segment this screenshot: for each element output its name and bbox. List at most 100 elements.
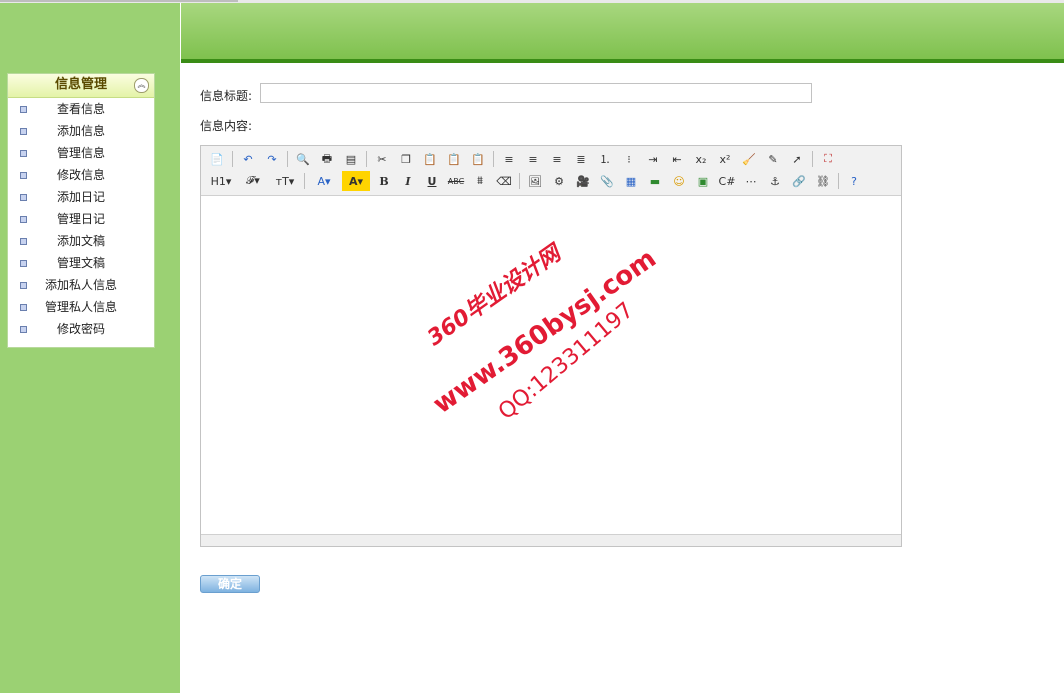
title-input[interactable] <box>260 83 812 103</box>
paste-icon[interactable]: 📋 <box>420 149 440 169</box>
font-family-icon[interactable]: 𝓕▾ <box>239 171 267 191</box>
unordered-list-icon[interactable]: ⁝ <box>619 149 639 169</box>
page-break-icon[interactable]: ⋯ <box>741 171 761 191</box>
sidebar-menu-header[interactable]: 信息管理 ︽ <box>8 74 154 98</box>
bullet-icon <box>20 106 27 113</box>
sidebar-menu: 信息管理 ︽ 查看信息添加信息管理信息修改信息添加日记管理日记添加文稿管理文稿添… <box>7 73 155 348</box>
heading-icon[interactable]: H1▾ <box>207 171 235 191</box>
bullet-icon <box>20 194 27 201</box>
sidebar-item[interactable]: 添加私人信息 <box>8 274 154 296</box>
table-icon[interactable]: ▦ <box>621 171 641 191</box>
underline-icon[interactable]: U <box>422 171 442 191</box>
help-icon[interactable]: ? <box>844 171 864 191</box>
attachment-icon[interactable]: 📎 <box>597 171 617 191</box>
sidebar-item-label: 修改密码 <box>56 322 105 336</box>
sidebar-item[interactable]: 管理私人信息 <box>8 296 154 318</box>
editor-statusbar[interactable] <box>201 534 901 546</box>
sidebar-item-label: 修改信息 <box>56 168 105 182</box>
link-icon[interactable]: 🔗 <box>789 171 809 191</box>
toolbar-row-1: 📄 ↶ ↷ 🔍 🖶 ▤ ✂ ❐ 📋 📋 📋 ≡ ≡ ≡ ≣ ⒈ ⁝ ⇥ ⇤ x₂ x² 🧹 ✎ ➚ ⛶ <box>207 148 842 170</box>
fullscreen-icon[interactable]: ⛶ <box>818 149 838 169</box>
align-justify-icon[interactable]: ≣ <box>571 149 591 169</box>
bullet-icon <box>20 150 27 157</box>
toolbar-separator <box>287 151 288 167</box>
collapse-icon[interactable]: ︽ <box>134 78 149 93</box>
editor-toolbar: 📄 ↶ ↷ 🔍 🖶 ▤ ✂ ❐ 📋 📋 📋 ≡ ≡ ≡ ≣ ⒈ ⁝ ⇥ ⇤ x₂ x² 🧹 ✎ ➚ ⛶ H1▾ 𝓕▾ тT▾ A▾ A▾… <box>201 146 901 196</box>
anchor-icon[interactable]: ⚓ <box>765 171 785 191</box>
bullet-icon <box>20 304 27 311</box>
sidebar-item-label: 管理文稿 <box>56 256 105 270</box>
toolbar-separator <box>304 173 305 189</box>
copy-icon[interactable]: ❐ <box>396 149 416 169</box>
source-icon[interactable]: 📄 <box>207 149 227 169</box>
redo-icon[interactable]: ↷ <box>262 149 282 169</box>
submit-button[interactable]: 确定 <box>200 575 260 593</box>
sidebar-item[interactable]: 管理文稿 <box>8 252 154 274</box>
flash-icon[interactable]: ⚙ <box>549 171 569 191</box>
sidebar-item[interactable]: 添加日记 <box>8 186 154 208</box>
sidebar-item[interactable]: 修改信息 <box>8 164 154 186</box>
italic-icon[interactable]: I <box>398 171 418 191</box>
font-color-icon[interactable]: A▾ <box>310 171 338 191</box>
toolbar-separator <box>493 151 494 167</box>
template-icon[interactable]: ▤ <box>341 149 361 169</box>
sidebar-item[interactable]: 管理信息 <box>8 142 154 164</box>
sidebar-item-label: 添加私人信息 <box>44 278 117 292</box>
toolbar-separator <box>519 173 520 189</box>
outdent-icon[interactable]: ⇤ <box>667 149 687 169</box>
toolbar-separator <box>838 173 839 189</box>
toolbar-separator <box>366 151 367 167</box>
toolbar-separator <box>232 151 233 167</box>
emoticon-icon[interactable]: ☺ <box>669 171 689 191</box>
line-height-icon[interactable]: ⩩ <box>470 171 490 191</box>
top-border-segment <box>0 0 238 2</box>
sidebar-item-label: 查看信息 <box>56 102 105 116</box>
header-banner <box>181 3 1064 59</box>
sidebar-item-label: 添加日记 <box>56 190 105 204</box>
title-label: 信息标题: <box>200 89 253 103</box>
paste-text-icon[interactable]: 📋 <box>444 149 464 169</box>
indent-icon[interactable]: ⇥ <box>643 149 663 169</box>
bullet-icon <box>20 216 27 223</box>
print-icon[interactable]: 🖶 <box>317 149 337 169</box>
strikethrough-icon[interactable]: ABC <box>446 171 466 191</box>
sidebar-item[interactable]: 添加信息 <box>8 120 154 142</box>
unlink-icon[interactable]: ⛓ <box>813 171 833 191</box>
gallery-icon[interactable]: ▣ <box>693 171 713 191</box>
sidebar-item[interactable]: 查看信息 <box>8 98 154 120</box>
sidebar-item-label: 添加文稿 <box>56 234 105 248</box>
sidebar-item-label: 添加信息 <box>56 124 105 138</box>
undo-icon[interactable]: ↶ <box>238 149 258 169</box>
highlight-icon[interactable]: A▾ <box>342 171 370 191</box>
media-icon[interactable]: 🎥 <box>573 171 593 191</box>
sidebar-item[interactable]: 修改密码 <box>8 318 154 340</box>
paste-word-icon[interactable]: 📋 <box>468 149 488 169</box>
bullet-icon <box>20 128 27 135</box>
bold-icon[interactable]: B <box>374 171 394 191</box>
rich-text-editor: 📄 ↶ ↷ 🔍 🖶 ▤ ✂ ❐ 📋 📋 📋 ≡ ≡ ≡ ≣ ⒈ ⁝ ⇥ ⇤ x₂ x² 🧹 ✎ ➚ ⛶ H1▾ 𝓕▾ тT▾ A▾ A▾… <box>200 145 902 547</box>
sidebar-item-label: 管理信息 <box>56 146 105 160</box>
clear-format-icon[interactable]: 🧹 <box>739 149 759 169</box>
align-right-icon[interactable]: ≡ <box>547 149 567 169</box>
align-center-icon[interactable]: ≡ <box>523 149 543 169</box>
subscript-icon[interactable]: x₂ <box>691 149 711 169</box>
code-icon[interactable]: C# <box>717 171 737 191</box>
align-left-icon[interactable]: ≡ <box>499 149 519 169</box>
remove-format-icon[interactable]: ⌫ <box>494 171 514 191</box>
bullet-icon <box>20 172 27 179</box>
sidebar-item-label: 管理日记 <box>56 212 105 226</box>
toolbar-row-2: H1▾ 𝓕▾ тT▾ A▾ A▾ B I U ABC ⩩ ⌫ 🖼 ⚙ 🎥 📎 ▦ ▬ ☺ ▣ C# ⋯ ⚓ 🔗 ⛓? <box>207 170 868 192</box>
hr-icon[interactable]: ▬ <box>645 171 665 191</box>
font-size-icon[interactable]: тT▾ <box>271 171 299 191</box>
sidebar-item[interactable]: 管理日记 <box>8 208 154 230</box>
image-icon[interactable]: 🖼 <box>525 171 545 191</box>
superscript-icon[interactable]: x² <box>715 149 735 169</box>
sidebar-item[interactable]: 添加文稿 <box>8 230 154 252</box>
select-all-icon[interactable]: ➚ <box>787 149 807 169</box>
sidebar-item-label: 管理私人信息 <box>44 300 117 314</box>
sidebar-menu-title: 信息管理 <box>54 77 107 92</box>
ordered-list-icon[interactable]: ⒈ <box>595 149 615 169</box>
cut-icon[interactable]: ✂ <box>372 149 392 169</box>
edit-icon[interactable]: ✎ <box>763 149 783 169</box>
preview-icon[interactable]: 🔍 <box>293 149 313 169</box>
